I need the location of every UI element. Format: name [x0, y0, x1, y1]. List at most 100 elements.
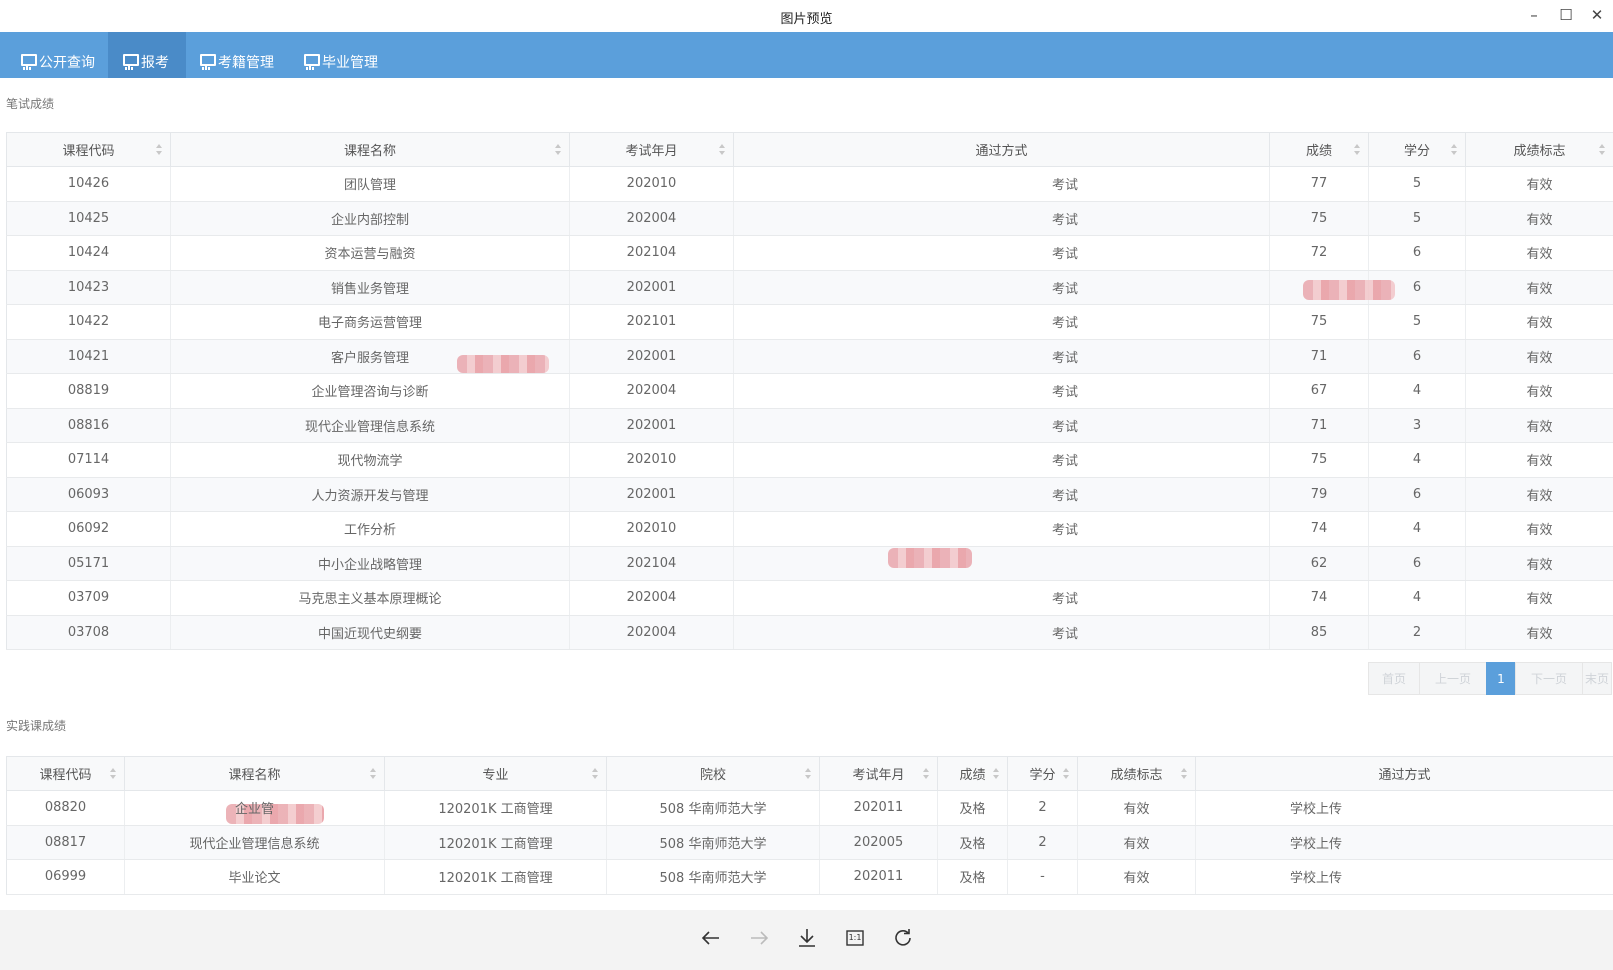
- table-row[interactable]: 06092 工作分析 202010 考试 74 4 有效: [6, 511, 1613, 547]
- sort-icon[interactable]: [110, 768, 116, 780]
- tab-graduation[interactable]: 毕业管理: [286, 32, 386, 78]
- top-navbar: 公开查询 报考 考籍管理 毕业管理: [0, 32, 1613, 78]
- forward-arrow-icon[interactable]: [743, 922, 775, 954]
- table-row[interactable]: 07114 现代物流学 202010 考试 75 4 有效: [6, 442, 1613, 478]
- cell-credit: 3: [1368, 408, 1466, 443]
- cell-credit: 6: [1368, 477, 1466, 512]
- sort-icon[interactable]: [1063, 768, 1069, 780]
- table-row[interactable]: 05171 中小企业战略管理 202104 62 6 有效: [6, 546, 1613, 581]
- sort-icon[interactable]: [1354, 144, 1360, 156]
- col-header-course-code[interactable]: 课程代码: [6, 132, 171, 167]
- col-header-score[interactable]: 成绩: [1269, 132, 1369, 167]
- tab-registration[interactable]: 报考: [108, 32, 186, 78]
- cell-exam-month: 202001: [569, 270, 734, 305]
- cell-score-flag: 有效: [1077, 790, 1196, 826]
- sort-icon[interactable]: [370, 768, 376, 780]
- table-row[interactable]: 06093 人力资源开发与管理 202001 考试 79 6 有效: [6, 477, 1613, 512]
- monitor-icon: [304, 54, 320, 67]
- table-row[interactable]: 06999 毕业论文 120201K 工商管理 508 华南师范大学 202011 及格 -…: [6, 859, 1613, 895]
- table-row[interactable]: 10421 客户服务管理 202001 考试 71 6 有效: [6, 339, 1613, 374]
- col-header-exam-month[interactable]: 考试年月: [819, 756, 938, 791]
- page-first-button[interactable]: 首页: [1368, 662, 1420, 695]
- maximize-button[interactable]: ☐: [1554, 4, 1578, 26]
- tab-public-query[interactable]: 公开查询: [0, 32, 108, 78]
- cell-major: 120201K 工商管理: [384, 859, 607, 895]
- col-header-exam-month[interactable]: 考试年月: [569, 132, 734, 167]
- cell-pass-method: 考试: [733, 304, 1270, 340]
- sort-icon[interactable]: [923, 768, 929, 780]
- sort-icon[interactable]: [1181, 768, 1187, 780]
- actual-size-label: 1:1: [848, 933, 862, 942]
- col-header-score-flag[interactable]: 成绩标志: [1077, 756, 1196, 791]
- cell-score: 79: [1269, 477, 1369, 512]
- col-header-course-name[interactable]: 课程名称: [170, 132, 570, 167]
- cell-course-code: 03708: [6, 615, 171, 650]
- minimize-button[interactable]: –: [1522, 4, 1546, 26]
- cell-score-flag: 有效: [1465, 166, 1613, 202]
- table-row[interactable]: 10424 资本运营与融资 202104 考试 72 6 有效: [6, 235, 1613, 271]
- col-header-course-name[interactable]: 课程名称: [124, 756, 385, 791]
- page-next-button[interactable]: 下一页: [1515, 662, 1583, 695]
- cell-course-name: 资本运营与融资: [170, 235, 570, 271]
- table-row[interactable]: 08820 企业管 120201K 工商管理 508 华南师范大学 202011 及格 2 有…: [6, 790, 1613, 826]
- sort-icon[interactable]: [805, 768, 811, 780]
- cell-score: 71: [1269, 339, 1369, 374]
- cell-exam-month: 202010: [569, 166, 734, 202]
- download-icon[interactable]: [791, 922, 823, 954]
- table-row[interactable]: 08819 企业管理咨询与诊断 202004 考试 67 4 有效: [6, 373, 1613, 409]
- col-header-pass-method[interactable]: 通过方式: [1195, 756, 1613, 791]
- col-header-school[interactable]: 院校: [606, 756, 820, 791]
- sort-icon[interactable]: [1599, 144, 1605, 156]
- col-header-major[interactable]: 专业: [384, 756, 607, 791]
- cell-school: 508 华南师范大学: [606, 859, 820, 895]
- page-last-button[interactable]: 末页: [1582, 662, 1612, 695]
- window-titlebar: 图片预览 – ☐ ✕: [0, 0, 1613, 32]
- table-row[interactable]: 08816 现代企业管理信息系统 202001 考试 71 3 有效: [6, 408, 1613, 443]
- col-header-credit[interactable]: 学分: [1368, 132, 1466, 167]
- cell-school: 508 华南师范大学: [606, 825, 820, 860]
- rotate-icon[interactable]: [887, 922, 919, 954]
- table-row[interactable]: 10422 电子商务运营管理 202101 考试 75 5 有效: [6, 304, 1613, 340]
- sort-icon[interactable]: [719, 144, 725, 156]
- sort-icon[interactable]: [1451, 144, 1457, 156]
- cell-score-flag: 有效: [1465, 408, 1613, 443]
- col-header-course-code[interactable]: 课程代码: [6, 756, 125, 791]
- cell-score-flag: 有效: [1465, 270, 1613, 305]
- table-row[interactable]: 03708 中国近现代史纲要 202004 考试 85 2 有效: [6, 615, 1613, 650]
- cell-exam-month: 202010: [569, 442, 734, 478]
- cell-credit: 4: [1368, 580, 1466, 616]
- cell-course-code: 08816: [6, 408, 171, 443]
- cell-exam-month: 202001: [569, 339, 734, 374]
- cell-credit: 6: [1368, 339, 1466, 374]
- cell-course-code: 07114: [6, 442, 171, 478]
- cell-exam-month: 202104: [569, 235, 734, 271]
- page-prev-button[interactable]: 上一页: [1419, 662, 1487, 695]
- cell-score-flag: 有效: [1465, 477, 1613, 512]
- cell-exam-month: 202101: [569, 304, 734, 340]
- col-header-score-flag[interactable]: 成绩标志: [1465, 132, 1613, 167]
- tab-exam-records[interactable]: 考籍管理: [186, 32, 286, 78]
- sort-icon[interactable]: [993, 768, 999, 780]
- table-row[interactable]: 10426 团队管理 202010 考试 77 5 有效: [6, 166, 1613, 202]
- col-header-pass-method[interactable]: 通过方式: [733, 132, 1270, 167]
- col-header-credit[interactable]: 学分: [1007, 756, 1078, 791]
- sort-icon[interactable]: [156, 144, 162, 156]
- table-row[interactable]: 08817 现代企业管理信息系统 120201K 工商管理 508 华南师范大学 202…: [6, 825, 1613, 860]
- sort-icon[interactable]: [555, 144, 561, 156]
- col-header-score[interactable]: 成绩: [937, 756, 1008, 791]
- table-row[interactable]: 03709 马克思主义基本原理概论 202004 考试 74 4 有效: [6, 580, 1613, 616]
- cell-credit: 6: [1368, 546, 1466, 581]
- cell-credit: 5: [1368, 166, 1466, 202]
- cell-course-code: 06093: [6, 477, 171, 512]
- monitor-icon: [21, 54, 37, 67]
- sort-icon[interactable]: [592, 768, 598, 780]
- close-button[interactable]: ✕: [1585, 4, 1609, 26]
- back-arrow-icon[interactable]: [695, 922, 727, 954]
- actual-size-icon[interactable]: 1:1: [839, 922, 871, 954]
- cell-pass-method: 考试: [733, 373, 1270, 409]
- table-row[interactable]: 10425 企业内部控制 202004 考试 75 5 有效: [6, 201, 1613, 236]
- cell-pass-method: 考试: [733, 339, 1270, 374]
- table-header-row: 课程代码 课程名称 专业 院校 考试年月 成绩 学分 成绩标志 通过方式: [6, 756, 1613, 791]
- tab-label: 报考: [141, 55, 169, 71]
- page-current-button[interactable]: 1: [1486, 662, 1516, 695]
